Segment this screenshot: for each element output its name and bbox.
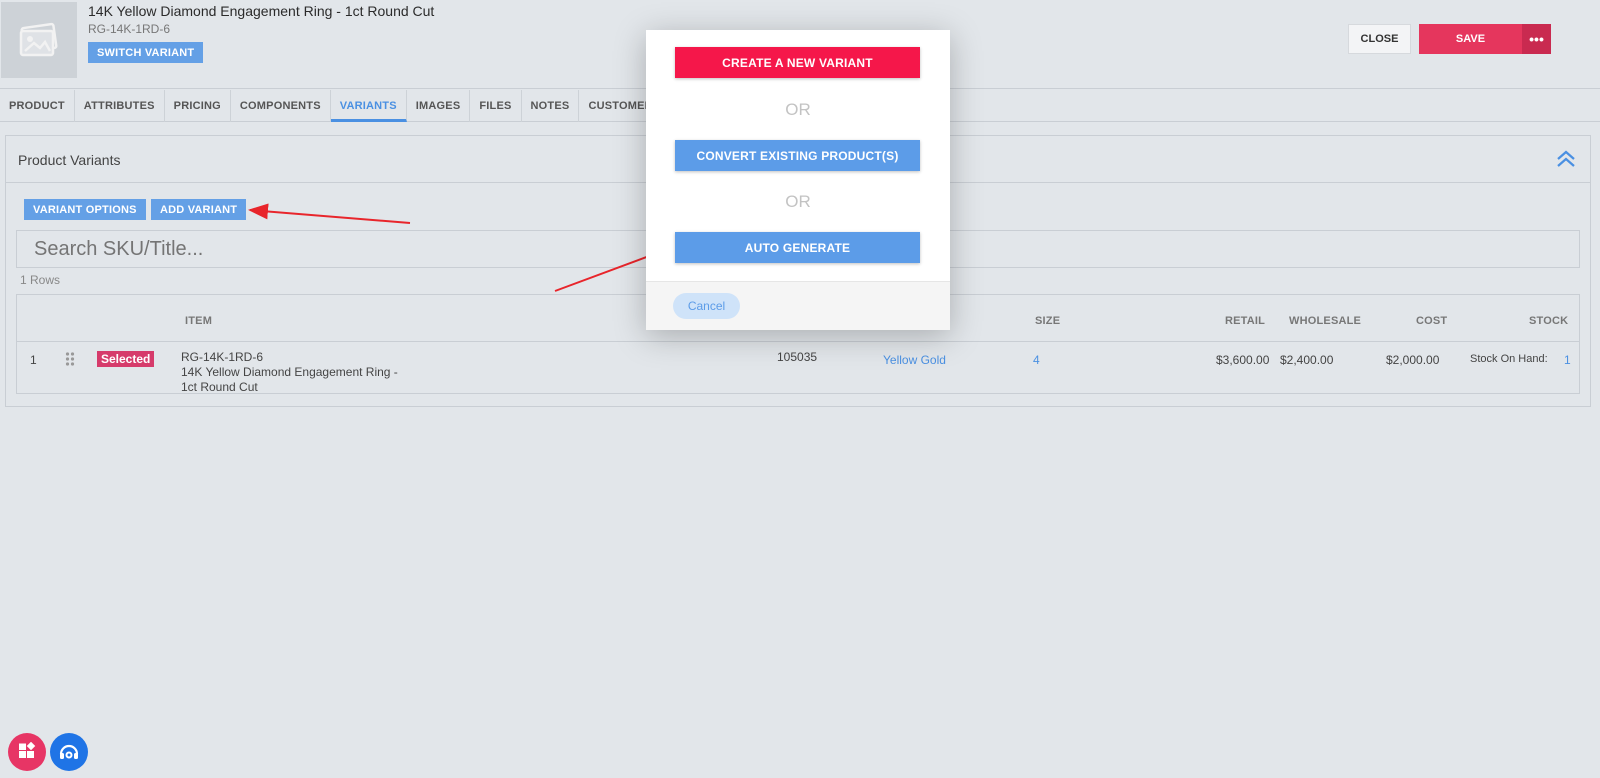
- cancel-button[interactable]: Cancel: [673, 293, 740, 319]
- product-thumbnail[interactable]: [1, 2, 77, 78]
- more-options-button[interactable]: •••: [1522, 24, 1551, 54]
- support-fab-button[interactable]: [50, 733, 88, 771]
- create-new-variant-button[interactable]: CREATE A NEW VARIANT: [675, 47, 920, 78]
- collapse-chevron-icon[interactable]: [1556, 150, 1576, 168]
- rows-count: 1 Rows: [20, 273, 61, 287]
- headset-support-icon: [59, 744, 79, 759]
- selected-badge: Selected: [97, 351, 155, 367]
- product-sku: RG-14K-1RD-6: [88, 22, 171, 36]
- or-separator: OR: [785, 192, 811, 211]
- tab-components[interactable]: COMPONENTS: [231, 90, 331, 122]
- row-wholesale: $2,400.00: [1280, 353, 1334, 367]
- row-retail: $3,600.00: [1216, 353, 1270, 367]
- widgets-fab-button[interactable]: [8, 733, 46, 771]
- row-title-line2: 1ct Round Cut: [181, 380, 258, 394]
- modal-footer: Cancel: [646, 281, 950, 330]
- close-button[interactable]: CLOSE: [1348, 24, 1411, 54]
- row-stock-label: Stock On Hand:: [1470, 353, 1548, 365]
- image-placeholder-icon: [19, 22, 58, 57]
- add-variant-button[interactable]: ADD VARIANT: [151, 199, 247, 220]
- tab-files[interactable]: FILES: [470, 90, 522, 122]
- row-sku: RG-14K-1RD-6: [181, 350, 264, 364]
- tab-images[interactable]: IMAGES: [407, 90, 471, 122]
- panel-title: Product Variants: [18, 152, 121, 168]
- column-header-retail[interactable]: RETAIL: [1225, 315, 1265, 327]
- tab-pricing[interactable]: PRICING: [165, 90, 231, 122]
- save-button[interactable]: SAVE: [1419, 24, 1522, 54]
- column-header-cost[interactable]: COST: [1416, 315, 1447, 327]
- column-header-item[interactable]: ITEM: [185, 315, 212, 327]
- row-stock-value[interactable]: 1: [1564, 353, 1571, 367]
- convert-existing-products-button[interactable]: CONVERT EXISTING PRODUCT(S): [675, 140, 920, 171]
- row-cost: $2,000.00: [1386, 353, 1440, 367]
- product-title: 14K Yellow Diamond Engagement Ring - 1ct…: [88, 3, 435, 19]
- row-index: 1: [30, 353, 37, 367]
- drag-handle-icon[interactable]: [65, 352, 75, 366]
- tab-attributes[interactable]: ATTRIBUTES: [75, 90, 165, 122]
- row-title-line1: 14K Yellow Diamond Engagement Ring -: [181, 365, 398, 379]
- or-separator: OR: [785, 100, 811, 119]
- auto-generate-button[interactable]: AUTO GENERATE: [675, 232, 920, 263]
- widgets-icon: [19, 742, 36, 758]
- tab-variants[interactable]: VARIANTS: [330, 90, 407, 122]
- row-metal-link[interactable]: Yellow Gold: [883, 353, 946, 367]
- column-header-size[interactable]: SIZE: [1035, 315, 1060, 327]
- tab-notes[interactable]: NOTES: [522, 90, 580, 122]
- row-divider: [17, 341, 1579, 342]
- column-header-stock[interactable]: STOCK: [1529, 315, 1568, 327]
- tab-product[interactable]: PRODUCT: [0, 90, 75, 122]
- variant-options-button[interactable]: VARIANT OPTIONS: [24, 199, 146, 220]
- column-header-wholesale[interactable]: WHOLESALE: [1289, 315, 1361, 327]
- row-size-link[interactable]: 4: [1033, 353, 1040, 367]
- switch-variant-button[interactable]: SWITCH VARIANT: [88, 42, 204, 63]
- add-variant-modal: CREATE A NEW VARIANT OR CONVERT EXISTING…: [646, 30, 950, 330]
- row-code: 105035: [777, 350, 818, 364]
